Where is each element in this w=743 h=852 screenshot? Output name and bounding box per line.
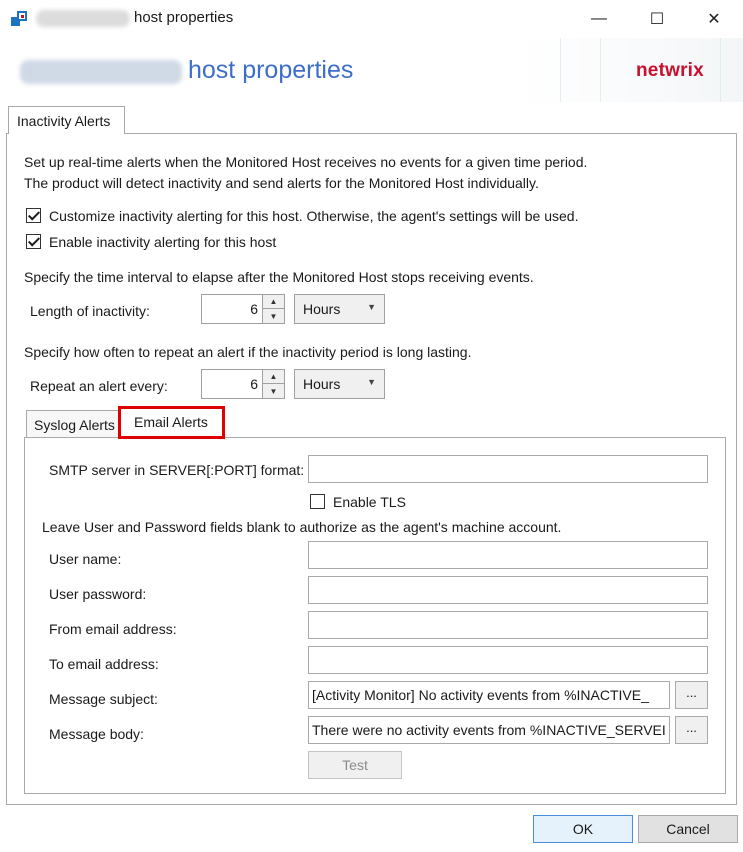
enable-tls-label: Enable TLS <box>333 494 406 510</box>
stepper-down-icon[interactable]: ▼ <box>263 384 284 398</box>
ok-button[interactable]: OK <box>533 815 633 843</box>
inactivity-value: 6 <box>250 301 258 317</box>
to-email-input[interactable] <box>308 646 708 674</box>
repeat-unit-value: Hours <box>303 376 341 392</box>
message-subject-input[interactable]: [Activity Monitor] No activity events fr… <box>308 681 670 709</box>
chevron-down-icon: ▼ <box>367 377 376 387</box>
close-button[interactable]: ✕ <box>685 0 743 38</box>
stepper-down-icon[interactable]: ▼ <box>263 309 284 323</box>
message-subject-label: Message subject: <box>49 691 158 707</box>
repeat-hint: Specify how often to repeat an alert if … <box>24 344 472 360</box>
user-name-input[interactable] <box>308 541 708 569</box>
stepper-up-icon[interactable]: ▲ <box>263 295 284 309</box>
repeat-label: Repeat an alert every: <box>30 378 168 394</box>
header-title: host properties <box>188 56 354 84</box>
subject-browse-button[interactable]: ... <box>675 681 708 709</box>
stepper-up-icon[interactable]: ▲ <box>263 370 284 384</box>
repeat-unit-select[interactable]: Hours ▼ <box>294 369 385 399</box>
header-host-name-redacted <box>20 60 182 84</box>
tab-email-alerts[interactable]: Email Alerts <box>118 406 225 439</box>
to-email-label: To email address: <box>49 656 159 672</box>
header-decoration <box>560 38 561 102</box>
credentials-note: Leave User and Password fields blank to … <box>42 519 562 535</box>
header-decoration <box>720 38 721 102</box>
repeat-stepper[interactable]: 6 ▲ ▼ <box>201 369 285 399</box>
header-decoration <box>600 38 601 102</box>
enable-alerting-checkbox[interactable] <box>26 234 41 249</box>
intro-line-1: Set up real-time alerts when the Monitor… <box>24 154 588 170</box>
message-body-input[interactable]: There were no activity events from %INAC… <box>308 716 670 744</box>
netwrix-logo: netwrix <box>636 60 704 81</box>
header-banner: host properties netwrix <box>0 38 743 102</box>
window-title: host properties <box>134 9 234 26</box>
customize-alerting-checkbox[interactable] <box>26 208 41 223</box>
app-icon <box>11 11 27 26</box>
tab-syslog-alerts[interactable]: Syslog Alerts <box>26 410 122 438</box>
stepper-buttons: ▲ ▼ <box>262 370 284 398</box>
body-browse-button[interactable]: ... <box>675 716 708 744</box>
user-password-input[interactable] <box>308 576 708 604</box>
intro-line-2: The product will detect inactivity and s… <box>24 175 539 191</box>
from-email-input[interactable] <box>308 611 708 639</box>
title-host-name-redacted <box>36 10 130 27</box>
tab-inactivity-alerts[interactable]: Inactivity Alerts <box>8 106 125 134</box>
user-name-label: User name: <box>49 551 122 567</box>
maximize-button[interactable]: ☐ <box>628 0 686 38</box>
cancel-button[interactable]: Cancel <box>638 815 738 843</box>
inactivity-unit-select[interactable]: Hours ▼ <box>294 294 385 324</box>
inactivity-label: Length of inactivity: <box>30 303 150 319</box>
message-body-label: Message body: <box>49 726 144 742</box>
inactivity-hint: Specify the time interval to elapse afte… <box>24 269 534 285</box>
stepper-buttons: ▲ ▼ <box>262 295 284 323</box>
minimize-button[interactable]: — <box>570 0 628 38</box>
user-password-label: User password: <box>49 586 147 602</box>
repeat-value: 6 <box>250 376 258 392</box>
smtp-label: SMTP server in SERVER[:PORT] format: <box>49 462 305 478</box>
title-bar: host properties — ☐ ✕ <box>0 0 743 38</box>
inactivity-unit-value: Hours <box>303 301 341 317</box>
enable-tls-checkbox[interactable] <box>310 494 325 509</box>
smtp-server-input[interactable] <box>308 455 708 483</box>
from-email-label: From email address: <box>49 621 177 637</box>
chevron-down-icon: ▼ <box>367 302 376 312</box>
test-button[interactable]: Test <box>308 751 402 779</box>
customize-alerting-label: Customize inactivity alerting for this h… <box>49 208 579 224</box>
enable-alerting-label: Enable inactivity alerting for this host <box>49 234 277 250</box>
inactivity-stepper[interactable]: 6 ▲ ▼ <box>201 294 285 324</box>
